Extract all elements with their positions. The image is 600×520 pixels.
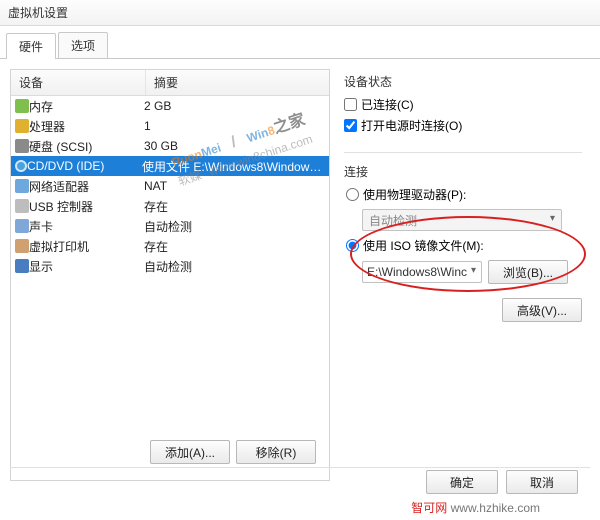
iso-path-input[interactable]: E:\Windows8\Winc: [362, 261, 482, 283]
add-device-button[interactable]: 添加(A)...: [150, 440, 230, 464]
cancel-button[interactable]: 取消: [506, 470, 578, 494]
device-name: CD/DVD (IDE): [27, 159, 142, 173]
settings-panel: 设备状态 已连接(C) 打开电源时连接(O) 连接 使用物理驱动器(P): 自动…: [330, 69, 590, 481]
device-name: 显示: [29, 258, 144, 275]
device-row[interactable]: 显示自动检测: [11, 256, 329, 276]
device-table-header: 设备 摘要: [11, 70, 329, 96]
window-titlebar: 虚拟机设置: [0, 0, 600, 26]
connection-title: 连接: [344, 163, 582, 180]
connected-checkbox-row[interactable]: 已连接(C): [344, 96, 582, 113]
device-icon: [15, 179, 29, 193]
device-summary: 使用文件 E:\Windows8\Windows8...: [142, 158, 325, 175]
watermark-footer: 智可网 www.hzhike.com: [411, 499, 540, 516]
bottom-divider: [10, 467, 590, 468]
device-name: USB 控制器: [29, 198, 144, 215]
device-row[interactable]: USB 控制器存在: [11, 196, 329, 216]
connected-checkbox[interactable]: [344, 98, 357, 111]
advanced-button[interactable]: 高级(V)...: [502, 298, 582, 322]
device-name: 内存: [29, 98, 144, 115]
poweron-checkbox[interactable]: [344, 119, 357, 132]
dialog-buttons: 确定 取消: [426, 470, 578, 494]
device-summary: 1: [144, 119, 325, 133]
tab-options[interactable]: 选项: [58, 32, 108, 58]
device-status-group: 设备状态 已连接(C) 打开电源时连接(O): [344, 73, 582, 146]
device-icon: [15, 239, 29, 253]
tab-strip: 硬件 选项: [0, 26, 600, 59]
device-icon: [15, 259, 29, 273]
device-icon: [15, 139, 29, 153]
device-row[interactable]: 内存2 GB: [11, 96, 329, 116]
device-row[interactable]: CD/DVD (IDE)使用文件 E:\Windows8\Windows8...: [11, 156, 329, 176]
use-physical-row[interactable]: 使用物理驱动器(P):: [344, 186, 582, 203]
device-summary: 存在: [144, 198, 325, 215]
device-name: 处理器: [29, 118, 144, 135]
device-summary: 30 GB: [144, 139, 325, 153]
device-name: 虚拟打印机: [29, 238, 144, 255]
device-icon: [15, 99, 29, 113]
use-physical-radio[interactable]: [346, 188, 359, 201]
browse-button[interactable]: 浏览(B)...: [488, 260, 568, 284]
col-device: 设备: [11, 70, 146, 95]
content-area: 设备 摘要 内存2 GB处理器1硬盘 (SCSI)30 GBCD/DVD (ID…: [0, 59, 600, 485]
device-summary: 自动检测: [144, 258, 325, 275]
device-name: 声卡: [29, 218, 144, 235]
use-iso-row[interactable]: 使用 ISO 镜像文件(M):: [344, 237, 582, 254]
poweron-label: 打开电源时连接(O): [361, 117, 462, 134]
window-title: 虚拟机设置: [8, 4, 592, 21]
device-name: 网络适配器: [29, 178, 144, 195]
tab-hardware[interactable]: 硬件: [6, 33, 56, 59]
use-iso-radio[interactable]: [346, 239, 359, 252]
device-status-title: 设备状态: [344, 73, 582, 90]
device-row[interactable]: 处理器1: [11, 116, 329, 136]
device-summary: 存在: [144, 238, 325, 255]
device-icon: [15, 160, 27, 172]
device-icon: [15, 119, 29, 133]
use-iso-label: 使用 ISO 镜像文件(M):: [363, 237, 484, 254]
connected-label: 已连接(C): [361, 96, 414, 113]
device-row[interactable]: 声卡自动检测: [11, 216, 329, 236]
ok-button[interactable]: 确定: [426, 470, 498, 494]
device-icon: [15, 219, 29, 233]
device-panel: 设备 摘要 内存2 GB处理器1硬盘 (SCSI)30 GBCD/DVD (ID…: [10, 69, 330, 481]
device-row[interactable]: 网络适配器NAT: [11, 176, 329, 196]
iso-path-value: E:\Windows8\Winc: [367, 265, 467, 279]
poweron-checkbox-row[interactable]: 打开电源时连接(O): [344, 117, 582, 134]
remove-device-button[interactable]: 移除(R): [236, 440, 316, 464]
device-table-body: 内存2 GB处理器1硬盘 (SCSI)30 GBCD/DVD (IDE)使用文件…: [11, 96, 329, 480]
device-icon: [15, 199, 29, 213]
use-physical-label: 使用物理驱动器(P):: [363, 186, 466, 203]
device-row[interactable]: 硬盘 (SCSI)30 GB: [11, 136, 329, 156]
device-summary: 2 GB: [144, 99, 325, 113]
device-name: 硬盘 (SCSI): [29, 138, 144, 155]
device-summary: 自动检测: [144, 218, 325, 235]
physical-drive-combo[interactable]: 自动检测: [362, 209, 562, 231]
device-summary: NAT: [144, 179, 325, 193]
device-row[interactable]: 虚拟打印机存在: [11, 236, 329, 256]
connection-group: 连接 使用物理驱动器(P): 自动检测 使用 ISO 镜像文件(M): E:\W…: [344, 163, 582, 322]
divider: [344, 152, 582, 153]
device-buttons: 添加(A)... 移除(R): [150, 434, 320, 464]
col-summary: 摘要: [146, 70, 329, 95]
